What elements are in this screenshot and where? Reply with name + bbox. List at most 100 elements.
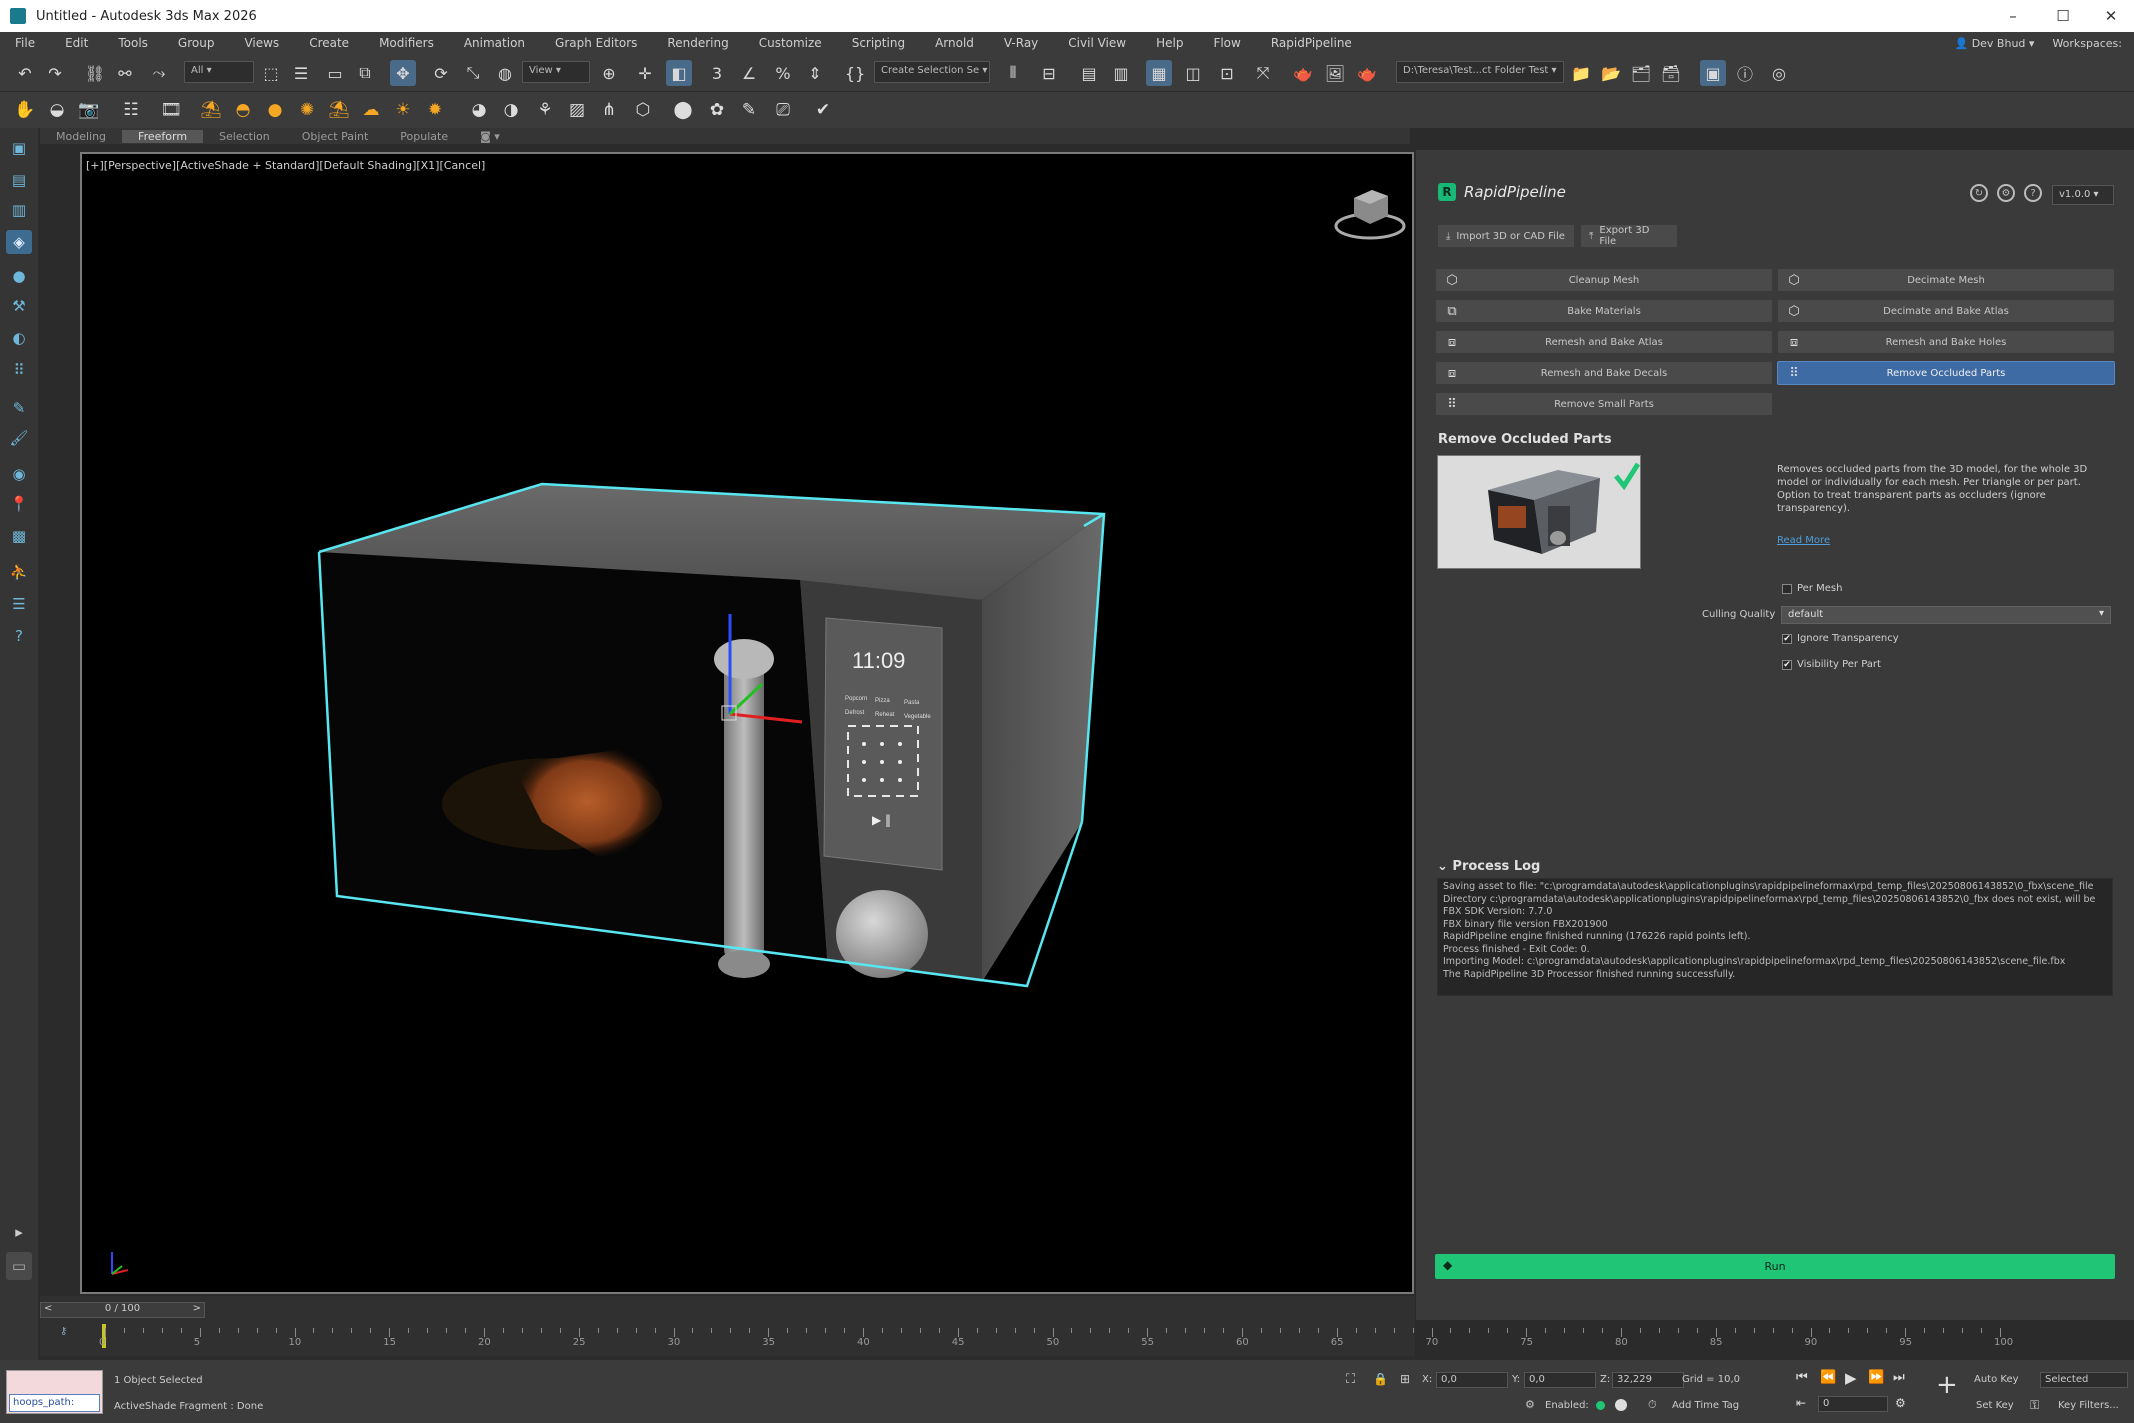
render-production-icon[interactable]: 🫖	[1354, 60, 1380, 86]
curve-editor-icon[interactable]: ◫	[1180, 60, 1206, 86]
set-key-button[interactable]: Set Key	[1976, 1400, 2014, 1411]
spotlight-icon[interactable]: ⛱	[198, 97, 224, 123]
project-folder-icon[interactable]: 📁	[1568, 60, 1594, 86]
utilities-panel-icon[interactable]: ⚒	[6, 294, 32, 318]
save-folder-icon[interactable]: 🗂	[1628, 60, 1654, 86]
motion-panel-icon[interactable]: ◈	[6, 230, 32, 254]
percent-snap-icon[interactable]: %	[770, 60, 796, 86]
z-coordinate[interactable]: 32,229	[1612, 1372, 1684, 1388]
timeline[interactable]	[40, 1296, 1415, 1356]
snapshot-icon[interactable]: ◐	[6, 326, 32, 350]
hair-icon[interactable]: ⋔	[596, 97, 622, 123]
arnold-shader-icon[interactable]: ◑	[498, 97, 524, 123]
redo-icon[interactable]: ↷	[42, 60, 68, 86]
visibility-per-part-checkbox[interactable]: ✔	[1782, 660, 1792, 670]
next-frame-icon[interactable]: >	[193, 1303, 201, 1314]
undo-icon[interactable]: ↶	[12, 60, 38, 86]
sun-icon[interactable]: ☀	[390, 97, 416, 123]
sphere-render-icon[interactable]: ⬤	[670, 97, 696, 123]
render-view-icon[interactable]: ⎚	[770, 97, 796, 123]
current-frame-field[interactable]: 0	[1818, 1396, 1888, 1412]
import-button[interactable]: ⤓ Import 3D or CAD File	[1437, 224, 1575, 248]
workspaces-label[interactable]: Workspaces:	[2052, 37, 2122, 50]
orbit-icon[interactable]: ◒	[44, 97, 70, 123]
remesh-bake-atlas-button[interactable]: ⧈ Remesh and Bake Atlas	[1435, 330, 1773, 354]
timeline-key-icon[interactable]: ⚷	[60, 1326, 74, 1340]
vray-logo-icon[interactable]: ✔	[810, 97, 836, 123]
menu-customize[interactable]: Customize	[744, 36, 837, 50]
photometric-light-icon[interactable]: ⛱	[326, 97, 352, 123]
menu-arnold[interactable]: Arnold	[920, 36, 989, 50]
menu-civil-view[interactable]: Civil View	[1053, 36, 1141, 50]
named-selection-dropdown[interactable]: Create Selection Se ▾	[874, 61, 990, 83]
menu-vray[interactable]: V-Ray	[989, 36, 1053, 50]
menu-rapidpipeline[interactable]: RapidPipeline	[1256, 36, 1367, 50]
next-key-icon[interactable]: ⏩	[1868, 1370, 1884, 1385]
ignore-transparency-checkbox[interactable]: ✔	[1782, 634, 1792, 644]
refresh-icon[interactable]: ↻	[1970, 184, 1988, 202]
hierarchy-panel-icon[interactable]: ▥	[6, 198, 32, 222]
display-panel-icon[interactable]: ●	[6, 264, 32, 288]
mirror-icon[interactable]: ⫴	[1000, 60, 1026, 86]
keyboard-shortcut-icon[interactable]: ◧	[666, 60, 692, 86]
process-log[interactable]: Saving asset to file: "c:\programdata\au…	[1437, 878, 2113, 996]
skydome-icon[interactable]: ☁	[358, 97, 384, 123]
layer-explorer-icon[interactable]: ▥	[1108, 60, 1134, 86]
maxscript-input[interactable]: hoops_path:	[9, 1394, 100, 1412]
remesh-bake-holes-button[interactable]: ⧈ Remesh and Bake Holes	[1777, 330, 2115, 354]
add-time-tag[interactable]: Add Time Tag	[1672, 1400, 1739, 1411]
remove-occluded-parts-button[interactable]: ⠿ Remove Occluded Parts	[1777, 361, 2115, 385]
set-key-icon[interactable]: +	[1936, 1370, 1960, 1406]
help-icon[interactable]: ?	[6, 624, 32, 648]
lock-icon[interactable]: 🔒	[1373, 1372, 1388, 1386]
array-icon[interactable]: ⠿	[6, 358, 32, 382]
read-more-link[interactable]: Read More	[1777, 535, 1830, 546]
decimate-mesh-button[interactable]: ⬡ Decimate Mesh	[1777, 268, 2115, 292]
close-icon[interactable]: ✕	[2088, 0, 2134, 32]
key-mode-icon[interactable]: ⇤	[1796, 1396, 1806, 1410]
script-icon[interactable]: ⚙	[1525, 1398, 1535, 1411]
camera-icon[interactable]: 📷	[76, 97, 102, 123]
menu-group[interactable]: Group	[163, 36, 230, 50]
expand-arrow-icon[interactable]: ▸	[6, 1220, 32, 1244]
maxscript-listener[interactable]: hoops_path:	[6, 1370, 103, 1414]
menu-edit[interactable]: Edit	[50, 36, 103, 50]
render-setup-icon[interactable]: 🫖	[1290, 60, 1316, 86]
toggle-ribbon-icon[interactable]: ▦	[1146, 60, 1172, 86]
paint-bucket-icon[interactable]: 🖌	[6, 426, 32, 450]
menu-animation[interactable]: Animation	[449, 36, 540, 50]
cleanup-mesh-button[interactable]: ⬡ Cleanup Mesh	[1435, 268, 1773, 292]
perspective-viewport[interactable]: 11:09 Popcorn Pizza Pasta Defrost Reheat…	[80, 152, 1414, 1294]
dome-light-icon[interactable]: ◓	[230, 97, 256, 123]
menu-graph-editors[interactable]: Graph Editors	[540, 36, 652, 50]
window-crossing-icon[interactable]: ⧉	[352, 60, 378, 86]
export-button[interactable]: ⤒ Export 3D File	[1580, 224, 1678, 248]
viewport-layout-icon[interactable]: ▭	[6, 1252, 32, 1280]
volume-icon[interactable]: ▨	[564, 97, 590, 123]
absolute-mode-icon[interactable]: ⊞	[1400, 1372, 1410, 1386]
maximize-icon[interactable]: ☐	[2040, 0, 2086, 32]
open-folder-icon[interactable]: 📂	[1598, 60, 1624, 86]
pin-icon[interactable]: 📍	[6, 492, 32, 516]
proxy-icon[interactable]: ⬡	[630, 97, 656, 123]
angle-snap-icon[interactable]: ∠	[736, 60, 762, 86]
rotate-icon[interactable]: ⟳	[428, 60, 454, 86]
scale-icon[interactable]: ⤡	[460, 60, 486, 86]
tab-freeform[interactable]: Freeform	[122, 129, 204, 143]
help-circle-icon[interactable]: ⓘ	[1732, 60, 1758, 86]
edit-named-sets-icon[interactable]: {}	[842, 60, 868, 86]
bind-space-warp-icon[interactable]: ⤳	[146, 60, 172, 86]
select-manipulate-icon[interactable]: ✛	[632, 60, 658, 86]
prev-frame-icon[interactable]: <	[44, 1303, 52, 1314]
link-icon[interactable]: ⛓	[82, 60, 108, 86]
adaptive-icon[interactable]	[1615, 1399, 1627, 1411]
remesh-bake-decals-button[interactable]: ⧈ Remesh and Bake Decals	[1435, 361, 1773, 385]
pivot-icon[interactable]: ⊕	[596, 60, 622, 86]
menu-tools[interactable]: Tools	[103, 36, 163, 50]
tab-modeling[interactable]: Modeling	[40, 130, 122, 143]
key-filters-button[interactable]: Key Filters...	[2058, 1400, 2119, 1411]
time-slider[interactable]: < 0 / 100 >	[40, 1302, 205, 1318]
menu-help[interactable]: Help	[1141, 36, 1198, 50]
hand-icon[interactable]: ✋	[12, 97, 38, 123]
ref-coord-dropdown[interactable]: View ▾	[522, 61, 590, 83]
